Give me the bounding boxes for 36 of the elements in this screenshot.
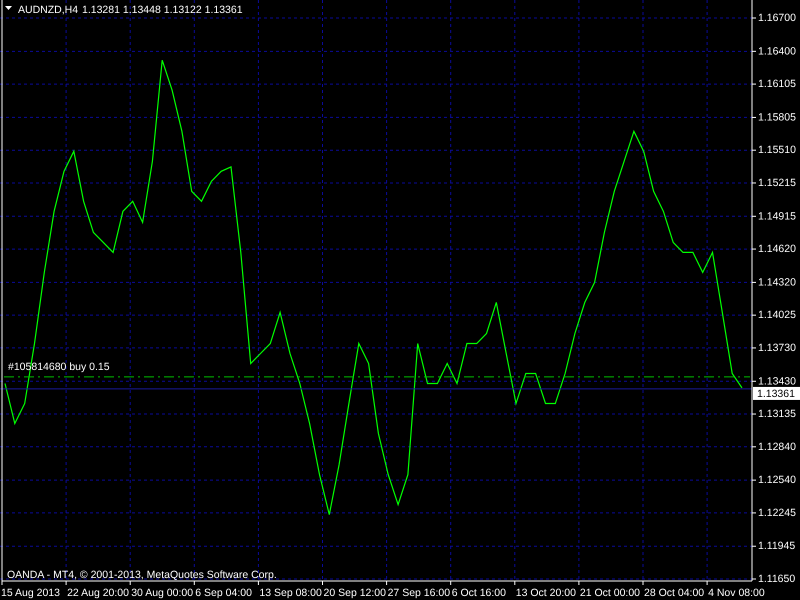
time-tick-label: 13 Oct 20:00 bbox=[516, 587, 576, 599]
time-tick-label: 13 Sep 08:00 bbox=[259, 587, 322, 599]
ohlc-quotes: 1.13281 1.13448 1.13122 1.13361 bbox=[82, 4, 243, 16]
price-tick-label: 1.15215 bbox=[758, 176, 796, 189]
time-tick-label: 21 Oct 00:00 bbox=[580, 587, 640, 599]
time-tick-label: 4 Nov 08:00 bbox=[708, 587, 765, 599]
price-tick-label: 1.13430 bbox=[758, 375, 796, 388]
price-tick-label: 1.12540 bbox=[758, 474, 796, 486]
price-tick-label: 1.11650 bbox=[758, 573, 796, 585]
copyright-text: OANDA - MT4, © 2001-2013, MetaQuotes Software Corp. bbox=[7, 569, 277, 581]
price-tick-label: 1.16400 bbox=[758, 45, 796, 58]
price-tick-label: 1.14620 bbox=[758, 243, 796, 256]
ref-line-label: 1.13361 bbox=[757, 388, 796, 400]
time-tick-label: 27 Sep 16:00 bbox=[388, 587, 450, 599]
price-tick-label: 1.15510 bbox=[758, 144, 796, 156]
time-tick-label: 30 Aug 00:00 bbox=[131, 587, 194, 599]
price-tick-label: 1.12840 bbox=[758, 440, 796, 453]
time-tick-label: 22 Aug 20:00 bbox=[67, 587, 129, 599]
time-tick-label: 6 Oct 16:00 bbox=[452, 587, 506, 599]
current-price-badge: 1.13361 bbox=[753, 386, 800, 400]
price-tick-label: 1.13730 bbox=[758, 342, 796, 354]
price-tick-label: 1.11945 bbox=[758, 540, 796, 552]
symbol-title: AUDNZD,H4 bbox=[18, 4, 78, 16]
price-tick-label: 1.13135 bbox=[758, 408, 796, 420]
price-tick-label: 1.14915 bbox=[758, 210, 796, 222]
price-tick-label: 1.16105 bbox=[758, 78, 796, 90]
time-tick-label: 20 Sep 12:00 bbox=[324, 587, 386, 599]
dropdown-triangle-icon[interactable] bbox=[5, 6, 12, 10]
price-tick-label: 1.16700 bbox=[758, 12, 796, 24]
price-tick-label: 1.14025 bbox=[758, 309, 796, 322]
time-tick-label: 6 Sep 04:00 bbox=[195, 587, 252, 599]
price-tick-label: 1.12245 bbox=[758, 506, 796, 519]
time-tick-label: 15 Aug 2013 bbox=[1, 587, 60, 599]
price-tick-label: 1.14320 bbox=[758, 276, 796, 288]
time-tick-label: 28 Oct 04:00 bbox=[644, 587, 704, 599]
price-tick-label: 1.15805 bbox=[758, 111, 796, 124]
